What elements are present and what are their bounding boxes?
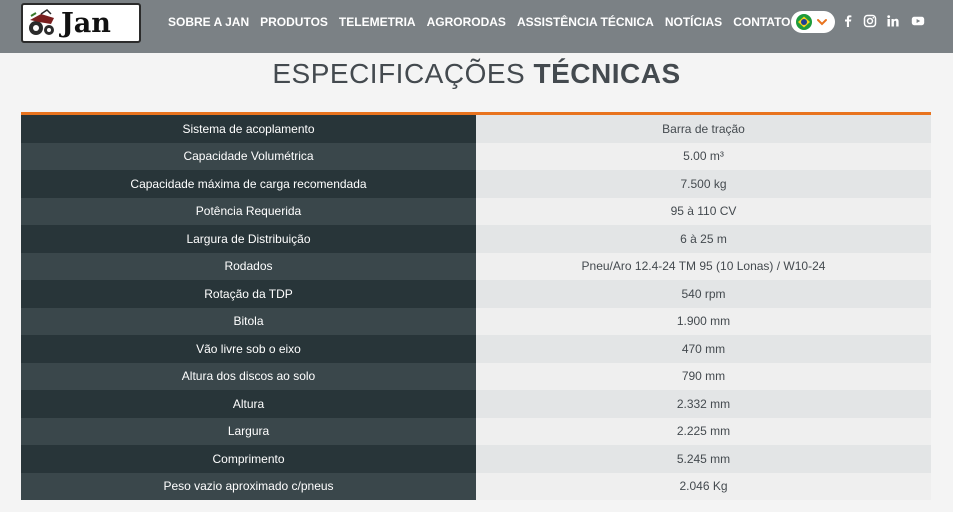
spec-label: Altura dos discos ao solo xyxy=(21,362,476,390)
spec-label: Peso vazio aproximado c/pneus xyxy=(21,472,476,500)
spec-label: Vão livre sob o eixo xyxy=(21,335,476,363)
section-title-light: ESPECIFICAÇÕES xyxy=(272,58,526,89)
spec-value: 2.225 mm xyxy=(476,417,931,445)
youtube-icon xyxy=(911,16,925,26)
logo-emblem-icon xyxy=(29,9,54,35)
spec-label: Potência Requerida xyxy=(21,197,476,225)
spec-label: Largura xyxy=(21,417,476,445)
spec-value: 470 mm xyxy=(476,335,931,363)
table-row: Capacidade Volumétrica 5.00 m³ xyxy=(21,142,931,170)
main-nav: SOBRE A JAN PRODUTOS TELEMETRIA AGRORODA… xyxy=(168,0,802,43)
spec-label: Rodados xyxy=(21,252,476,280)
spec-label: Bitola xyxy=(21,307,476,335)
spec-value: 2.332 mm xyxy=(476,390,931,418)
spec-value: 95 à 110 CV xyxy=(476,197,931,225)
spec-label: Largura de Distribuição xyxy=(21,225,476,253)
spec-value: 5.00 m³ xyxy=(476,142,931,170)
table-row: Vão livre sob o eixo 470 mm xyxy=(21,335,931,363)
spec-value: 540 rpm xyxy=(476,280,931,308)
section-title-bold: TÉCNICAS xyxy=(533,58,681,89)
spec-label: Sistema de acoplamento xyxy=(21,115,476,143)
section-title: ESPECIFICAÇÕES TÉCNICAS xyxy=(0,58,953,90)
table-row: Comprimento 5.245 mm xyxy=(21,445,931,473)
specifications-table-body: Sistema de acoplamento Barra de tração Cap… xyxy=(21,115,931,500)
spec-value: Pneu/Aro 12.4-24 TM 95 (10 Lonas) / W10-… xyxy=(476,252,931,280)
nav-item-sobre-a-jan[interactable]: SOBRE A JAN xyxy=(168,15,249,29)
table-row: Altura 2.332 mm xyxy=(21,390,931,418)
spec-value: 1.900 mm xyxy=(476,307,931,335)
spec-value: 7.500 kg xyxy=(476,170,931,198)
spec-label: Comprimento xyxy=(21,445,476,473)
spec-label: Rotação da TDP xyxy=(21,280,476,308)
nav-item-noticias[interactable]: NOTÍCIAS xyxy=(665,15,722,29)
table-row: Rotação da TDP 540 rpm xyxy=(21,280,931,308)
spec-label: Capacidade Volumétrica xyxy=(21,142,476,170)
table-row: Bitola 1.900 mm xyxy=(21,307,931,335)
nav-item-telemetria[interactable]: TELEMETRIA xyxy=(339,15,416,29)
instagram-icon xyxy=(863,14,877,28)
spec-value: 6 à 25 m xyxy=(476,225,931,253)
spec-value: 5.245 mm xyxy=(476,445,931,473)
linkedin-icon xyxy=(887,15,899,27)
chevron-down-icon xyxy=(817,19,827,26)
nav-item-agrorodas[interactable]: AGRORODAS xyxy=(427,15,506,29)
brazil-flag-icon xyxy=(796,14,812,30)
table-row: Potência Requerida 95 à 110 CV xyxy=(21,197,931,225)
facebook-icon xyxy=(845,15,852,27)
nav-item-assistencia-tecnica[interactable]: ASSISTÊNCIA TÉCNICA xyxy=(517,15,654,29)
spec-value: 2.046 Kg xyxy=(476,472,931,500)
nav-item-produtos[interactable]: PRODUTOS xyxy=(260,15,328,29)
spec-value: 790 mm xyxy=(476,362,931,390)
spec-label: Capacidade máxima de carga recomendada xyxy=(21,170,476,198)
jan-logo[interactable]: Jan xyxy=(21,3,141,43)
table-row: Capacidade máxima de carga recomendada 7.… xyxy=(21,170,931,198)
table-row: Peso vazio aproximado c/pneus 2.046 Kg xyxy=(21,472,931,500)
table-row: Largura 2.225 mm xyxy=(21,417,931,445)
specifications-table: Sistema de acoplamento Barra de tração Cap… xyxy=(21,115,931,500)
site-header: Jan SOBRE A JAN PRODUTOS TELEMETRIA AGRO… xyxy=(0,0,953,53)
language-selector[interactable] xyxy=(791,11,835,33)
logo-text: Jan xyxy=(61,7,111,39)
table-row: Largura de Distribuição 6 à 25 m xyxy=(21,225,931,253)
spec-label: Altura xyxy=(21,390,476,418)
table-row: Sistema de acoplamento Barra de tração xyxy=(21,115,931,143)
spec-value: Barra de tração xyxy=(476,115,931,143)
table-row: Rodados Pneu/Aro 12.4-24 TM 95 (10 Lonas)… xyxy=(21,252,931,280)
table-row: Altura dos discos ao solo 790 mm xyxy=(21,362,931,390)
nav-item-contato[interactable]: CONTATO xyxy=(733,15,790,29)
